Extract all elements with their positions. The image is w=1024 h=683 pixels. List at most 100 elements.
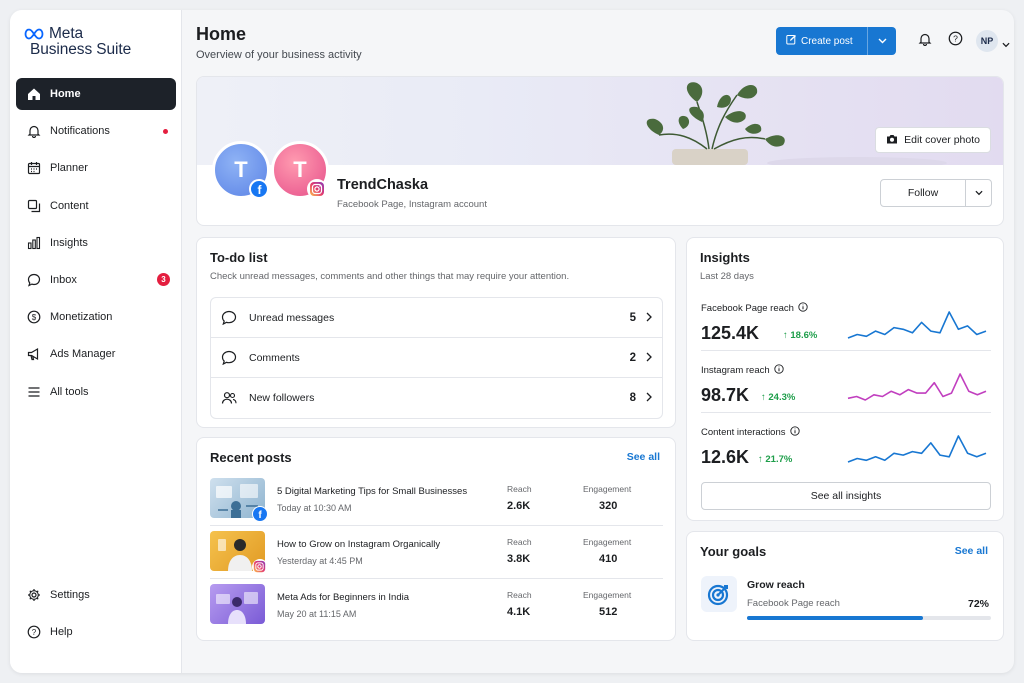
- help-button[interactable]: ?: [947, 31, 963, 51]
- post-time: Yesterday at 4:45 PM: [277, 556, 363, 566]
- insight-delta: ↑ 24.3%: [761, 392, 796, 403]
- goal-percent: 72%: [967, 598, 989, 610]
- sidebar-item-insights[interactable]: Insights: [16, 227, 176, 259]
- chevron-down-icon: [974, 187, 983, 199]
- create-post-button[interactable]: Create post: [776, 27, 896, 55]
- logo-line-2: Business Suite: [30, 41, 132, 58]
- insight-delta: ↑ 18.6%: [783, 330, 818, 341]
- info-icon[interactable]: [774, 364, 784, 377]
- notifications-bell-button[interactable]: [917, 33, 933, 49]
- follow-label[interactable]: Follow: [881, 180, 966, 206]
- create-post-label: Create post: [801, 35, 853, 47]
- sidebar-item-home[interactable]: Home: [16, 78, 176, 110]
- post-row[interactable]: f 5 Digital Marketing Tips for Small Bus…: [210, 474, 663, 526]
- recent-posts-title: Recent posts: [210, 450, 292, 465]
- svg-text:f: f: [258, 510, 262, 520]
- sparkline-chart: [847, 373, 987, 401]
- recent-posts-card: Recent posts See all f 5 Digital Marketi…: [196, 437, 676, 641]
- insight-value: 12.6K: [701, 447, 750, 467]
- sparkline-line: [847, 435, 987, 463]
- sidebar-item-help[interactable]: ? Help: [16, 616, 176, 648]
- goal-name: Grow reach: [747, 579, 805, 591]
- todo-title: To-do list: [210, 250, 268, 265]
- facebook-icon: f: [249, 179, 269, 199]
- follow-button[interactable]: Follow: [880, 179, 992, 207]
- insights-period: Last 28 days: [700, 271, 754, 282]
- people-icon: [221, 391, 239, 405]
- todo-item-comments[interactable]: Comments 2: [211, 338, 662, 378]
- todo-label: Unread messages: [249, 311, 335, 324]
- help-icon: ?: [948, 31, 963, 51]
- chevron-right-icon: [646, 312, 652, 325]
- insight-metric: Content interactions 12.6K ↑ 21.7%: [701, 426, 991, 467]
- inbox-count-badge: 3: [157, 272, 170, 286]
- menu-icon: [26, 384, 42, 400]
- post-title: How to Grow on Instagram Organically: [277, 539, 441, 550]
- todo-count: 8: [629, 392, 636, 404]
- edit-cover-label: Edit cover photo: [904, 134, 980, 146]
- sidebar-item-settings[interactable]: Settings: [16, 579, 176, 611]
- meta-business-suite-logo[interactable]: Meta Business Suite: [24, 26, 131, 58]
- app-window: Meta Business Suite Home Notifications P…: [10, 10, 1014, 673]
- facebook-icon: f: [252, 506, 268, 522]
- sidebar-item-ads-manager[interactable]: Ads Manager: [16, 338, 176, 370]
- insight-label: Instagram reach: [701, 365, 770, 376]
- sidebar-item-planner[interactable]: Planner: [16, 152, 176, 184]
- see-all-insights-button[interactable]: See all insights: [701, 482, 991, 510]
- sidebar-item-label: Planner: [50, 162, 88, 175]
- engagement-label: Engagement: [583, 484, 632, 494]
- post-title: 5 Digital Marketing Tips for Small Busin…: [277, 486, 468, 497]
- todo-label: New followers: [249, 392, 315, 404]
- post-time: May 20 at 11:15 AM: [277, 609, 357, 619]
- sparkline-chart: [847, 435, 987, 463]
- edit-cover-photo-button[interactable]: Edit cover photo: [875, 127, 991, 153]
- profile-card: Edit cover photo T f T TrendChaska Faceb…: [196, 76, 1004, 226]
- divider: [701, 350, 991, 351]
- sidebar-item-label: All tools: [50, 385, 89, 398]
- instagram-icon: [252, 559, 268, 575]
- insight-metric: Instagram reach 98.7K ↑ 24.3%: [701, 364, 991, 413]
- user-avatar[interactable]: NP: [976, 30, 998, 52]
- create-post-main[interactable]: Create post: [776, 27, 868, 55]
- insight-metric: Facebook Page reach 125.4K ↑ 18.6%: [701, 302, 991, 351]
- bell-icon: [26, 123, 42, 139]
- svg-text:f: f: [258, 183, 263, 197]
- todo-card: To-do list Check unread messages, commen…: [196, 237, 676, 428]
- reach-value: 2.6K: [507, 500, 531, 512]
- sidebar-item-notifications[interactable]: Notifications: [16, 115, 176, 147]
- post-title: Meta Ads for Beginners in India: [277, 592, 410, 603]
- reach-value: 4.1K: [507, 606, 531, 618]
- info-icon[interactable]: [789, 426, 800, 439]
- bell-icon: [918, 32, 932, 51]
- bar-chart-icon: [26, 235, 42, 251]
- create-post-dropdown[interactable]: [868, 27, 896, 55]
- todo-item-unread-messages[interactable]: Unread messages 5: [211, 298, 662, 338]
- sidebar-item-content[interactable]: Content: [16, 190, 176, 222]
- todo-subtitle: Check unread messages, comments and othe…: [210, 271, 570, 282]
- chevron-down-icon: [878, 36, 887, 47]
- sidebar-item-monetization[interactable]: $ Monetization: [16, 301, 176, 333]
- insight-value: 98.7K: [701, 385, 750, 405]
- info-icon[interactable]: [798, 302, 808, 315]
- post-row[interactable]: Meta Ads for Beginners in India May 20 a…: [210, 580, 663, 632]
- sidebar-item-all-tools[interactable]: All tools: [16, 376, 176, 408]
- chevron-down-icon[interactable]: [1002, 35, 1010, 53]
- post-row[interactable]: How to Grow on Instagram Organically Yes…: [210, 527, 663, 579]
- engagement-label: Engagement: [583, 537, 632, 547]
- sidebar: Meta Business Suite Home Notifications P…: [10, 10, 182, 673]
- sidebar-item-label: Inbox: [50, 273, 77, 286]
- insight-value: 125.4K: [701, 323, 760, 343]
- todo-count: 5: [629, 311, 636, 324]
- goals-see-all-link[interactable]: See all: [955, 545, 988, 557]
- sidebar-item-label: Content: [50, 199, 89, 212]
- todo-item-new-followers[interactable]: New followers 8: [211, 378, 662, 418]
- recent-posts-see-all-link[interactable]: See all: [627, 451, 660, 463]
- follow-dropdown[interactable]: [966, 187, 991, 199]
- insights-card: Insights Last 28 days Facebook Page reac…: [686, 237, 1004, 521]
- dollar-icon: $: [26, 309, 42, 325]
- sidebar-item-label: Monetization: [50, 311, 113, 324]
- sidebar-item-label: Home: [50, 88, 81, 100]
- todo-count: 2: [629, 351, 636, 364]
- sidebar-item-inbox[interactable]: Inbox 3: [16, 264, 176, 296]
- reach-label: Reach: [507, 537, 532, 547]
